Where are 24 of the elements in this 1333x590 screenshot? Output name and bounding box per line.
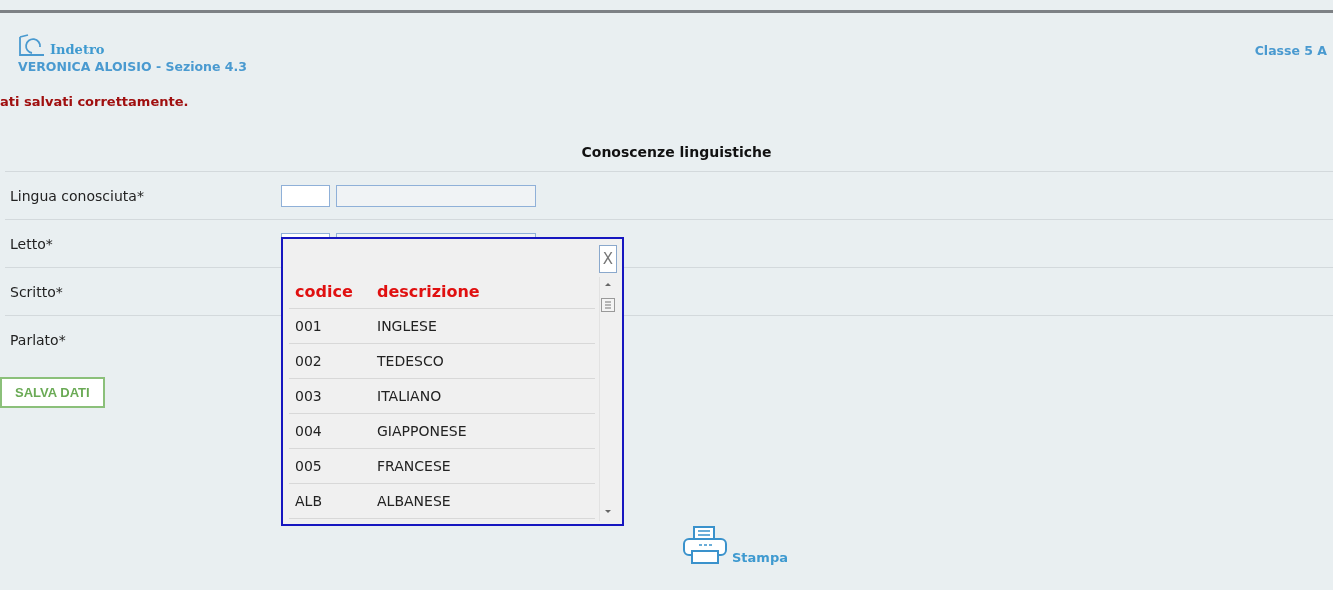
column-header: codice bbox=[294, 282, 354, 301]
scroll-up-icon bbox=[604, 281, 612, 287]
close-button[interactable]: X bbox=[599, 245, 617, 273]
field-label: Scritto* bbox=[9, 283, 64, 300]
list-item[interactable]: 001 INGLESE bbox=[289, 309, 595, 344]
column-header: descrizione bbox=[377, 282, 480, 301]
list-item[interactable]: 004 GIAPPONESE bbox=[289, 414, 595, 449]
list-item[interactable]: ALB ALBANESE bbox=[289, 484, 595, 519]
list-item[interactable]: 002 TEDESCO bbox=[289, 344, 595, 379]
field-label: Parlato* bbox=[9, 331, 67, 348]
field-label: Lingua conosciuta* bbox=[9, 187, 145, 204]
list-item[interactable]: 005 FRANCESE bbox=[289, 449, 595, 484]
description-field[interactable] bbox=[336, 184, 536, 207]
scroll-down-icon bbox=[604, 509, 612, 515]
printer-icon bbox=[680, 525, 730, 565]
student-name: VERONICA ALOISIO - Sezione 4.3 bbox=[18, 59, 247, 74]
scroll-thumb-icon bbox=[601, 298, 615, 312]
success-message: ati salvati correttamente. bbox=[0, 94, 190, 109]
list-item[interactable]: 003 ITALIANO bbox=[289, 379, 595, 414]
section-title: Conoscenze linguistiche bbox=[580, 144, 773, 162]
class-label: Classe 5 A bbox=[1254, 43, 1327, 60]
code-field[interactable] bbox=[281, 184, 330, 207]
scrollbar[interactable] bbox=[599, 277, 616, 521]
field-label: Letto* bbox=[9, 235, 54, 252]
